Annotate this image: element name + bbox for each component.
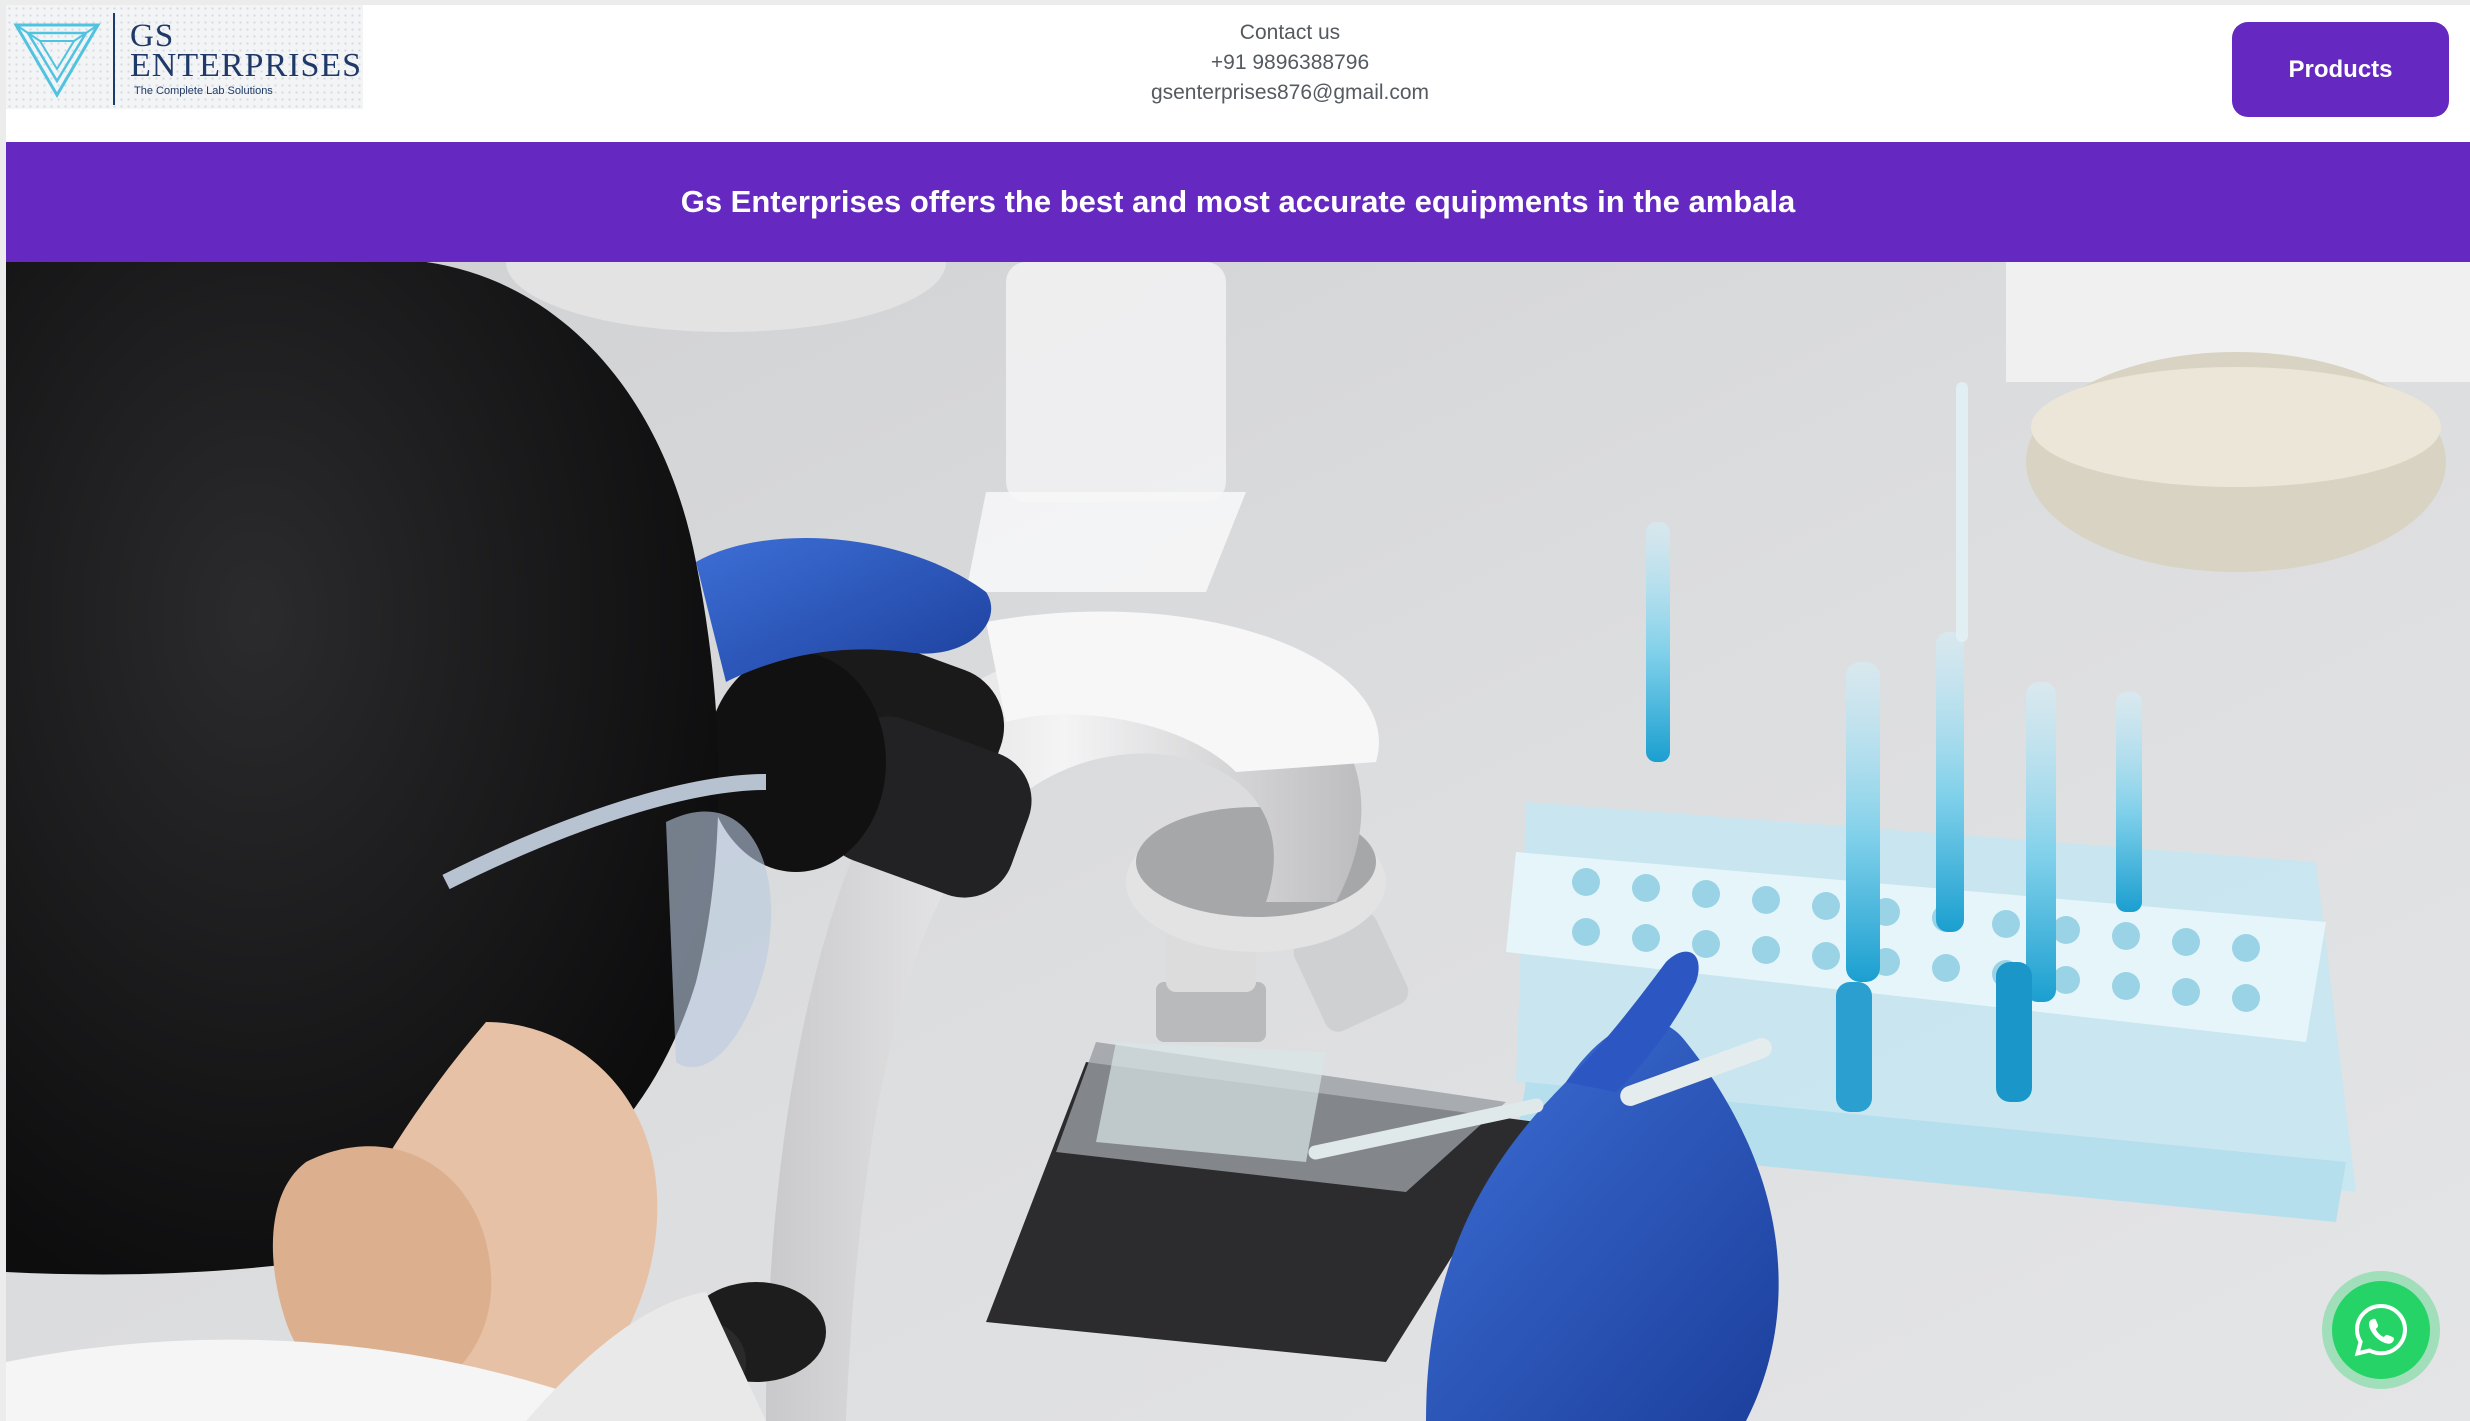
brand-logo[interactable]: GS ENTERPRISES The Complete Lab Solution… bbox=[6, 5, 363, 109]
banner-text: Gs Enterprises offers the best and most … bbox=[680, 184, 1796, 219]
contact-phone[interactable]: +91 9896388796 bbox=[1040, 48, 1540, 78]
contact-heading: Contact us bbox=[1239, 21, 1341, 44]
hero-image bbox=[6, 262, 2470, 1421]
lab-photo-illustration bbox=[6, 262, 2470, 1421]
page: GS ENTERPRISES The Complete Lab Solution… bbox=[6, 5, 2470, 1421]
promo-banner: Gs Enterprises offers the best and most … bbox=[6, 142, 2470, 262]
contact-email[interactable]: gsenterprises876@gmail.com bbox=[1040, 78, 1540, 108]
logo-divider bbox=[113, 13, 115, 105]
brand-tagline: The Complete Lab Solutions bbox=[134, 85, 273, 97]
products-button[interactable]: Products bbox=[2232, 22, 2449, 117]
whatsapp-icon bbox=[2354, 1303, 2408, 1357]
brand-name-line2: ENTERPRISES bbox=[130, 47, 363, 84]
whatsapp-chat-button[interactable] bbox=[2322, 1271, 2440, 1389]
triangle-logo-icon bbox=[13, 23, 101, 98]
site-header: GS ENTERPRISES The Complete Lab Solution… bbox=[6, 5, 2470, 142]
contact-block: Contact us +91 9896388796 gsenterprises8… bbox=[1040, 18, 1540, 108]
whatsapp-button-core bbox=[2332, 1281, 2430, 1379]
